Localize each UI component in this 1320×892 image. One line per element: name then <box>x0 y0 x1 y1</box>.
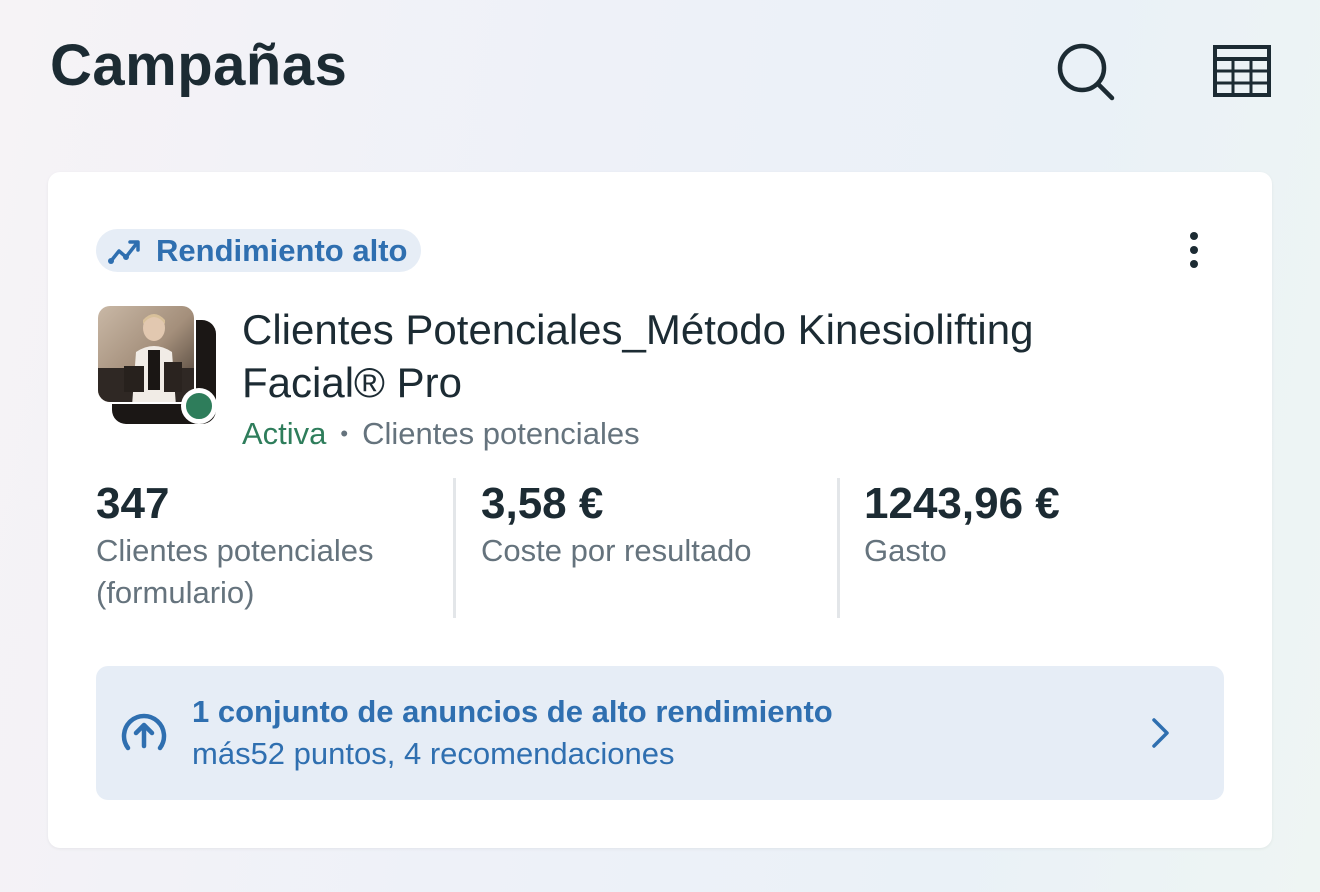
metric-leads: 347 Clientes potenciales (formulario) <box>96 478 436 618</box>
metric-spend: 1243,96 € Gasto <box>864 478 1204 618</box>
dot <box>1190 246 1198 254</box>
recommendation-banner[interactable]: 1 conjunto de anuncios de alto rendimien… <box>96 666 1224 800</box>
campaign-title[interactable]: Clientes Potenciales_Método Kinesiolifti… <box>242 303 1182 409</box>
campaign-objective: Clientes potenciales <box>362 416 640 451</box>
dot <box>1190 260 1198 268</box>
metric-value: 3,58 € <box>481 479 604 528</box>
ad-image <box>96 304 196 404</box>
metric-value: 347 <box>96 479 170 528</box>
more-options-button[interactable] <box>1174 228 1214 272</box>
search-icon[interactable] <box>1056 42 1116 102</box>
metric-label: Gasto <box>864 533 947 568</box>
campaign-status: Activa <box>242 416 327 451</box>
campaign-meta: Activa • Clientes potenciales <box>242 416 640 452</box>
page-title: Campañas <box>50 33 348 98</box>
campaign-thumbnail <box>96 304 220 428</box>
metric-cost-per-result: 3,58 € Coste por resultado <box>481 478 821 618</box>
metric-label: Clientes potenciales (formulario) <box>96 533 374 610</box>
metrics-row: 347 Clientes potenciales (formulario) 3,… <box>96 478 1224 618</box>
campaign-card[interactable]: Rendimiento alto Clientes Potenciales_Mé… <box>48 172 1272 848</box>
upgrade-arrow-icon <box>121 713 167 751</box>
metric-divider <box>453 478 456 618</box>
recommendation-title: 1 conjunto de anuncios de alto rendimien… <box>192 694 833 729</box>
recommendation-subtitle: más52 puntos, 4 recomendaciones <box>192 736 675 771</box>
dot <box>1190 232 1198 240</box>
trending-up-icon <box>108 239 140 264</box>
chevron-right-icon <box>1152 718 1169 748</box>
metric-label: Coste por resultado <box>481 533 752 568</box>
performance-badge: Rendimiento alto <box>96 229 422 272</box>
table-view-icon[interactable] <box>1212 44 1272 98</box>
status-indicator <box>181 388 217 424</box>
meta-separator: • <box>340 421 349 446</box>
metric-divider <box>837 478 840 618</box>
metric-value: 1243,96 € <box>864 479 1060 528</box>
badge-label: Rendimiento alto <box>156 232 408 268</box>
